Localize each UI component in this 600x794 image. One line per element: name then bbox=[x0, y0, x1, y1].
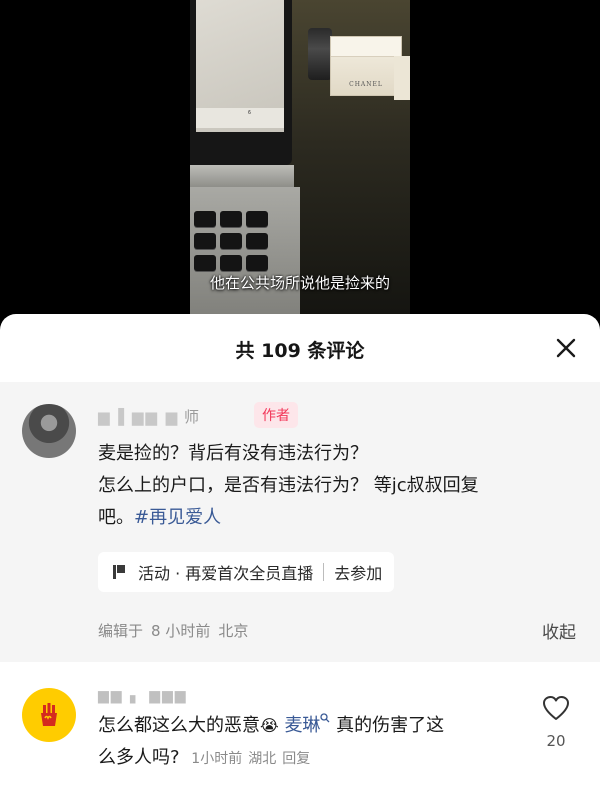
name-redaction: ▆ ▌▆▆ ▆ bbox=[98, 408, 180, 426]
cosmetic-jar bbox=[308, 28, 332, 80]
laptop-hinge bbox=[190, 165, 294, 187]
comment-text: 麦是捡的？背后有没有违法行为？ 怎么上的户口，是否有违法行为？ 等jc叔叔回复 … bbox=[98, 438, 558, 534]
mention-link[interactable]: 麦琳 bbox=[284, 715, 320, 736]
activity-chip[interactable]: 活动 · 再爱首次全员直播 去参加 bbox=[98, 552, 395, 592]
comment-line: 怎么都这么大的恶意😭 麦琳 真的伤害了这 bbox=[98, 710, 518, 742]
comment-meta: 1小时前 湖北 回复 bbox=[191, 751, 310, 767]
flag-icon bbox=[113, 565, 125, 579]
comment-text: 怎么都这么大的恶意😭 麦琳 真的伤害了这 么多人吗? 1小时前 湖北 回复 bbox=[98, 710, 518, 775]
video-player[interactable]: 6 CHANEL 他在公共场所说他是捡来的 bbox=[0, 0, 600, 320]
comment-location: 北京 bbox=[218, 622, 249, 640]
avatar[interactable] bbox=[22, 404, 76, 458]
comment-line: 怎么上的户口，是否有违法行为？ 等jc叔叔回复 bbox=[98, 475, 479, 496]
comment-time: 1小时前 bbox=[191, 751, 243, 767]
like-count: 20 bbox=[546, 732, 566, 750]
comment-line: 吧。#再见爱人 bbox=[98, 502, 558, 534]
divider bbox=[323, 563, 325, 581]
comment-line-text: 么多人吗? bbox=[98, 747, 180, 768]
comment-item: ▆▆ ▖ ▆▆▆ 怎么都这么大的恶意😭 麦琳 真的伤害了这 么多人吗? 1小时前… bbox=[0, 662, 600, 794]
keyboard-key bbox=[246, 211, 268, 227]
like-button[interactable]: 20 bbox=[536, 694, 576, 750]
hashtag-link[interactable]: #再见爱人 bbox=[134, 507, 221, 528]
fries-icon bbox=[41, 703, 57, 726]
search-icon[interactable] bbox=[320, 713, 330, 723]
keyboard-key bbox=[220, 233, 242, 249]
keyboard-key bbox=[220, 255, 242, 271]
commenter-name-visible: 师 bbox=[184, 408, 200, 426]
close-icon bbox=[556, 338, 576, 358]
keyboard-key bbox=[220, 211, 242, 227]
activity-label: 活动 · 再爱首次全员直播 bbox=[138, 564, 314, 583]
reply-button[interactable]: 回复 bbox=[282, 751, 310, 767]
comment-line-text: 怎么都这么大的恶意 bbox=[98, 715, 260, 736]
name-redaction[interactable]: ▆▆ ▖ ▆▆▆ bbox=[98, 688, 188, 704]
keyboard-key bbox=[194, 233, 216, 249]
heart-icon bbox=[543, 696, 569, 720]
comment-meta: 编辑于 8 小时前 北京 bbox=[98, 620, 248, 641]
comment-sheet: 共 109 条评论 ▆ ▌▆▆ ▆ 师 作者 麦是捡的？背后有没有违法行为？ 怎… bbox=[0, 314, 600, 794]
laptop-taskbar bbox=[196, 108, 284, 128]
comment-count-title: 共 109 条评论 bbox=[235, 340, 365, 362]
close-button[interactable] bbox=[554, 336, 578, 360]
chanel-box-lid bbox=[331, 37, 401, 57]
video-subtitle: 他在公共场所说他是捡来的 bbox=[209, 274, 390, 292]
keyboard-key bbox=[194, 255, 216, 271]
comment-line-text: 真的伤害了这 bbox=[330, 715, 445, 736]
commenter-name[interactable]: ▆ ▌▆▆ ▆ 师 bbox=[98, 406, 199, 427]
collapse-button[interactable]: 收起 bbox=[542, 618, 576, 643]
comment-location: 湖北 bbox=[248, 751, 277, 767]
author-badge: 作者 bbox=[254, 402, 298, 428]
comment-line: 么多人吗? 1小时前 湖北 回复 bbox=[98, 742, 518, 775]
join-activity-button[interactable]: 去参加 bbox=[334, 560, 382, 584]
comment-time: 8 小时前 bbox=[151, 622, 211, 640]
comment-line-text: 吧。 bbox=[98, 507, 134, 528]
laptop-keyboard-deck bbox=[190, 187, 300, 320]
avatar[interactable] bbox=[22, 688, 76, 742]
chanel-box-label: CHANEL bbox=[349, 81, 383, 88]
crying-emoji-icon: 😭 bbox=[260, 716, 279, 735]
edited-label: 编辑于 bbox=[98, 622, 144, 640]
chanel-box: CHANEL bbox=[330, 36, 402, 96]
background-object bbox=[394, 56, 410, 100]
laptop-clock: 6 bbox=[248, 110, 252, 116]
keyboard-key bbox=[194, 211, 216, 227]
comment-sheet-header: 共 109 条评论 bbox=[0, 314, 600, 382]
keyboard-key bbox=[246, 233, 268, 249]
comment-line: 麦是捡的？背后有没有违法行为？ bbox=[98, 443, 368, 464]
keyboard-key bbox=[246, 255, 268, 271]
author-comment: ▆ ▌▆▆ ▆ 师 作者 麦是捡的？背后有没有违法行为？ 怎么上的户口，是否有违… bbox=[0, 382, 600, 662]
